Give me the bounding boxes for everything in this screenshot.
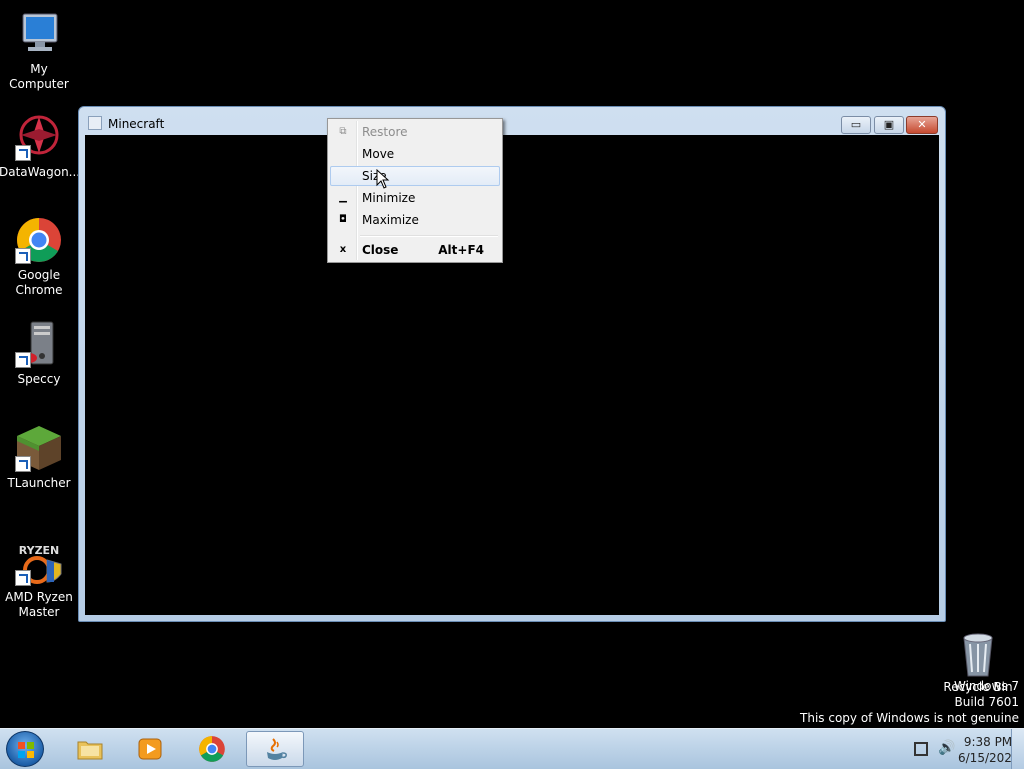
minimize-icon: ▭ bbox=[850, 118, 862, 131]
shortcut-arrow-icon bbox=[15, 248, 31, 264]
watermark-build: Build 7601 bbox=[954, 695, 1019, 709]
menu-item-restore[interactable]: ⧉ Restore bbox=[330, 122, 500, 142]
desktop-icon-label: Speccy bbox=[17, 372, 61, 386]
menu-item-minimize[interactable]: ▁ Minimize bbox=[330, 188, 500, 208]
taskbar-item-explorer[interactable] bbox=[62, 731, 118, 767]
system-context-menu: ⧉ Restore Move Size ▁ Minimize ◘ Maximiz… bbox=[327, 118, 503, 263]
start-button[interactable] bbox=[6, 731, 44, 767]
window-titlebar[interactable]: Minecraft ▭ ▣ ✕ bbox=[79, 107, 945, 137]
volume-icon[interactable]: 🔊 bbox=[938, 740, 955, 756]
minimize-icon: ▁ bbox=[339, 192, 347, 203]
desktop-icon-label: Google Chrome bbox=[15, 268, 63, 297]
desktop-icon-tlauncher[interactable]: TLauncher bbox=[0, 424, 79, 491]
close-icon: ✕ bbox=[917, 118, 927, 131]
show-desktop-button[interactable] bbox=[1011, 729, 1024, 769]
restore-icon: ⧉ bbox=[339, 126, 347, 137]
svg-text:RYZEN: RYZEN bbox=[19, 544, 60, 557]
ryzen-icon: RYZEN bbox=[15, 538, 63, 586]
system-tray: 🔊 9:38 PM 6/15/2022 bbox=[874, 729, 1024, 769]
windows-watermark: Windows 7 Build 7601 This copy of Window… bbox=[800, 678, 1019, 726]
desktop-icon-my-computer[interactable]: My Computer bbox=[0, 10, 79, 92]
menu-item-label: Minimize bbox=[362, 191, 416, 205]
menu-item-close[interactable]: x Close Alt+F4 bbox=[330, 240, 500, 260]
menu-item-label: Maximize bbox=[362, 213, 419, 227]
clock-time: 9:38 PM bbox=[963, 735, 1013, 749]
chrome-icon bbox=[15, 216, 63, 264]
maximize-button[interactable]: ▣ bbox=[874, 116, 904, 134]
menu-item-maximize[interactable]: ◘ Maximize bbox=[330, 210, 500, 230]
speccy-icon bbox=[15, 320, 63, 368]
watermark-genuine-notice: This copy of Windows is not genuine bbox=[800, 711, 1019, 725]
menu-item-move[interactable]: Move bbox=[330, 144, 500, 164]
window-app-icon[interactable] bbox=[88, 116, 102, 130]
minimize-button[interactable]: ▭ bbox=[841, 116, 871, 134]
desktop-icon-amd-ryzen-master[interactable]: RYZEN AMD Ryzen Master bbox=[0, 538, 79, 620]
clock-date: 6/15/2022 bbox=[958, 751, 1020, 765]
window-title: Minecraft bbox=[108, 117, 165, 131]
shortcut-arrow-icon bbox=[15, 145, 31, 161]
menu-item-label: Close bbox=[362, 243, 399, 257]
menu-item-label: Restore bbox=[362, 125, 408, 139]
close-button[interactable]: ✕ bbox=[906, 116, 938, 134]
close-icon: x bbox=[339, 244, 347, 255]
grass-block-icon bbox=[15, 424, 63, 472]
taskbar-item-java[interactable] bbox=[246, 731, 304, 767]
datawagon-icon bbox=[15, 113, 63, 161]
desktop-icon-label: DataWagon... bbox=[0, 165, 81, 179]
mouse-cursor-icon bbox=[376, 169, 390, 189]
taskbar-item-media-player[interactable] bbox=[122, 731, 178, 767]
watermark-os: Windows 7 bbox=[953, 679, 1019, 693]
minecraft-window[interactable]: Minecraft ▭ ▣ ✕ bbox=[78, 106, 946, 622]
menu-item-accelerator: Alt+F4 bbox=[438, 243, 484, 257]
desktop-icon-google-chrome[interactable]: Google Chrome bbox=[0, 216, 79, 298]
folder-icon bbox=[77, 741, 103, 760]
desktop-icon-label: TLauncher bbox=[7, 476, 71, 490]
desktop-icon-label: AMD Ryzen Master bbox=[5, 590, 73, 619]
maximize-icon: ◘ bbox=[339, 214, 347, 225]
taskbar-item-chrome[interactable] bbox=[184, 731, 240, 767]
desktop-icon-datawagon[interactable]: DataWagon... bbox=[0, 113, 81, 180]
shortcut-arrow-icon bbox=[15, 352, 31, 368]
computer-icon bbox=[15, 10, 63, 58]
desktop-icon-label: My Computer bbox=[9, 62, 69, 91]
taskbar: 🔊 9:38 PM 6/15/2022 bbox=[0, 728, 1024, 769]
menu-item-size[interactable]: Size bbox=[330, 166, 500, 186]
maximize-icon: ▣ bbox=[883, 118, 895, 131]
desktop-icon-speccy[interactable]: Speccy bbox=[0, 320, 79, 387]
shortcut-arrow-icon bbox=[15, 570, 31, 586]
menu-item-label: Move bbox=[362, 147, 395, 161]
window-client-area[interactable] bbox=[85, 135, 939, 615]
java-icon bbox=[267, 738, 287, 760]
shortcut-arrow-icon bbox=[15, 456, 31, 472]
network-icon[interactable] bbox=[914, 742, 928, 756]
menu-separator bbox=[360, 235, 498, 237]
windows-flag-icon bbox=[18, 742, 34, 758]
taskbar-clock[interactable]: 9:38 PM 6/15/2022 bbox=[958, 734, 1020, 766]
media-player-icon bbox=[138, 738, 162, 760]
chrome-icon bbox=[199, 736, 225, 762]
recycle-bin-icon bbox=[954, 630, 1002, 678]
